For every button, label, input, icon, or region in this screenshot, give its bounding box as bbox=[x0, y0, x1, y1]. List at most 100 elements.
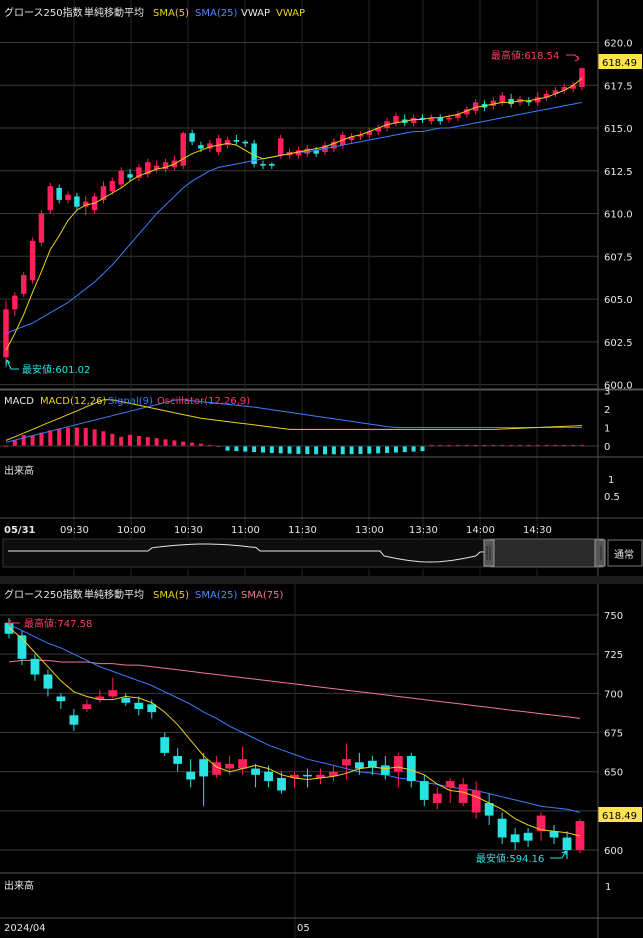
top-candle-body bbox=[180, 133, 186, 166]
bottom-candle-body bbox=[121, 698, 131, 703]
bottom-y-tick: 700 bbox=[604, 689, 623, 700]
bottom-volume-panel[interactable] bbox=[0, 872, 643, 919]
scroll-mode-label: 通常 bbox=[614, 548, 634, 561]
top-y-tick: 610.0 bbox=[604, 210, 633, 221]
macd-hist-bar bbox=[57, 428, 62, 446]
scrollbar-preview-area[interactable] bbox=[2, 538, 492, 568]
macd-hist-bar bbox=[110, 433, 115, 446]
top-x-label: 11:00 bbox=[231, 525, 260, 536]
top-candle-body bbox=[109, 181, 116, 192]
top-candle-body bbox=[224, 140, 231, 146]
top-legend-sma5[interactable]: SMA(5) bbox=[153, 8, 189, 19]
bottom-high-arrow bbox=[7, 619, 20, 627]
bottom-legend-sma75[interactable]: SMA(75) bbox=[241, 590, 283, 601]
bottom-candle-body bbox=[419, 781, 429, 800]
top-candle-body bbox=[12, 295, 18, 310]
bottom-candle-body bbox=[549, 831, 559, 838]
bottom-x-axis: 2024/04 05 bbox=[4, 923, 310, 934]
macd-hist-bar bbox=[30, 435, 35, 446]
bottom-candle-body bbox=[562, 837, 572, 851]
macd-hist-bar bbox=[278, 446, 283, 454]
top-legend-sma25[interactable]: SMA(25) bbox=[195, 8, 237, 19]
bottom-candle-body bbox=[445, 781, 455, 788]
top-legend-vwap[interactable]: VWAP bbox=[241, 8, 270, 19]
bottom-candle-body bbox=[134, 702, 144, 710]
top-candle-body bbox=[446, 117, 452, 120]
top-y-tick: 620.0 bbox=[604, 39, 633, 50]
top-candle-body bbox=[269, 163, 275, 166]
top-candle-body bbox=[38, 213, 45, 243]
bottom-candle-body bbox=[497, 818, 507, 838]
bottom-y-tick: 675 bbox=[604, 729, 623, 740]
bottom-y-tick: 750 bbox=[604, 611, 623, 622]
macd-tick: 0 bbox=[604, 442, 610, 453]
macd-hist-bar bbox=[243, 446, 248, 452]
macd-legend-macd[interactable]: MACD(12,26) bbox=[40, 396, 107, 407]
bottom-legend-sma25[interactable]: SMA(25) bbox=[195, 590, 237, 601]
top-volume-tick-1: 1 bbox=[608, 475, 614, 486]
top-x-label: 10:00 bbox=[117, 525, 146, 536]
macd-hist-bar bbox=[393, 446, 398, 453]
top-x-label: 11:30 bbox=[288, 525, 317, 536]
macd-hist-bar bbox=[128, 434, 133, 446]
time-scrollbar[interactable]: 通常 bbox=[0, 538, 643, 569]
top-y-tick: 605.0 bbox=[604, 295, 633, 306]
scrollbar-window[interactable] bbox=[490, 538, 604, 568]
macd-hist-bar bbox=[172, 440, 177, 446]
top-candle-body bbox=[579, 68, 585, 87]
top-volume-tick-05: 0.5 bbox=[604, 492, 620, 503]
top-x-label: 13:30 bbox=[409, 525, 438, 536]
top-candle-body bbox=[499, 95, 505, 103]
bottom-candle-body bbox=[406, 756, 416, 782]
bottom-candle-body bbox=[277, 777, 286, 791]
top-x-label: 05/31 bbox=[4, 525, 36, 536]
top-candle-body bbox=[56, 187, 62, 200]
bottom-candle-body bbox=[251, 768, 260, 775]
bottom-candle-body bbox=[173, 756, 183, 764]
macd-hist-bar bbox=[234, 446, 239, 452]
macd-hist-bar bbox=[260, 446, 265, 453]
bottom-legend-title: グロース250指数 bbox=[4, 588, 83, 601]
top-volume-panel[interactable] bbox=[0, 456, 643, 519]
top-price-panel[interactable] bbox=[0, 0, 643, 576]
bottom-candle-body bbox=[510, 834, 520, 843]
macd-hist-bar bbox=[92, 429, 97, 446]
bottom-price-panel[interactable] bbox=[0, 584, 598, 938]
top-candle-body bbox=[127, 174, 133, 178]
macd-hist-bar bbox=[349, 446, 354, 455]
bottom-candle-body bbox=[303, 774, 312, 777]
bottom-candle-body bbox=[30, 658, 40, 675]
macd-tick: 1 bbox=[604, 424, 610, 435]
macd-hist-bar bbox=[252, 446, 257, 453]
macd-tick: 2 bbox=[604, 405, 610, 416]
macd-hist-bar bbox=[323, 446, 328, 455]
macd-legend-oscillator[interactable]: Oscillator(12,26,9) bbox=[157, 396, 250, 407]
scrollbar-left-handle[interactable] bbox=[483, 539, 495, 567]
top-candle-body bbox=[233, 140, 240, 142]
top-candle-body bbox=[198, 145, 204, 149]
bottom-candle-body bbox=[82, 704, 92, 710]
bottom-low-label: 最安値:594.16 bbox=[476, 852, 544, 865]
bottom-candle-body bbox=[432, 793, 442, 804]
bottom-volume-label: 出来高 bbox=[4, 879, 34, 892]
top-candle-body bbox=[242, 141, 249, 144]
macd-hist-bar bbox=[66, 427, 71, 446]
top-legend-vwap2[interactable]: VWAP bbox=[276, 8, 305, 19]
bottom-candle-body bbox=[341, 759, 351, 766]
top-y-tick: 607.5 bbox=[604, 252, 633, 263]
bottom-candle-body bbox=[199, 759, 209, 777]
top-x-label: 14:00 bbox=[466, 525, 495, 536]
macd-y-axis: 3 2 1 0 bbox=[604, 387, 610, 454]
top-x-label: 10:30 bbox=[174, 525, 203, 536]
bottom-high-label: 最高値:747.58 bbox=[24, 617, 92, 630]
bottom-legend-sma5[interactable]: SMA(5) bbox=[153, 590, 189, 601]
macd-hist-bar bbox=[83, 428, 88, 446]
macd-hist-bar bbox=[376, 446, 381, 454]
macd-hist-bar bbox=[314, 446, 319, 455]
macd-hist-bar bbox=[287, 446, 292, 454]
macd-legend-signal[interactable]: Signal(9) bbox=[108, 396, 153, 407]
scrollbar-right-handle[interactable] bbox=[594, 539, 606, 567]
bottom-y-tick: 725 bbox=[604, 650, 623, 661]
macd-histogram bbox=[4, 427, 584, 455]
bottom-candle-body bbox=[238, 759, 248, 769]
